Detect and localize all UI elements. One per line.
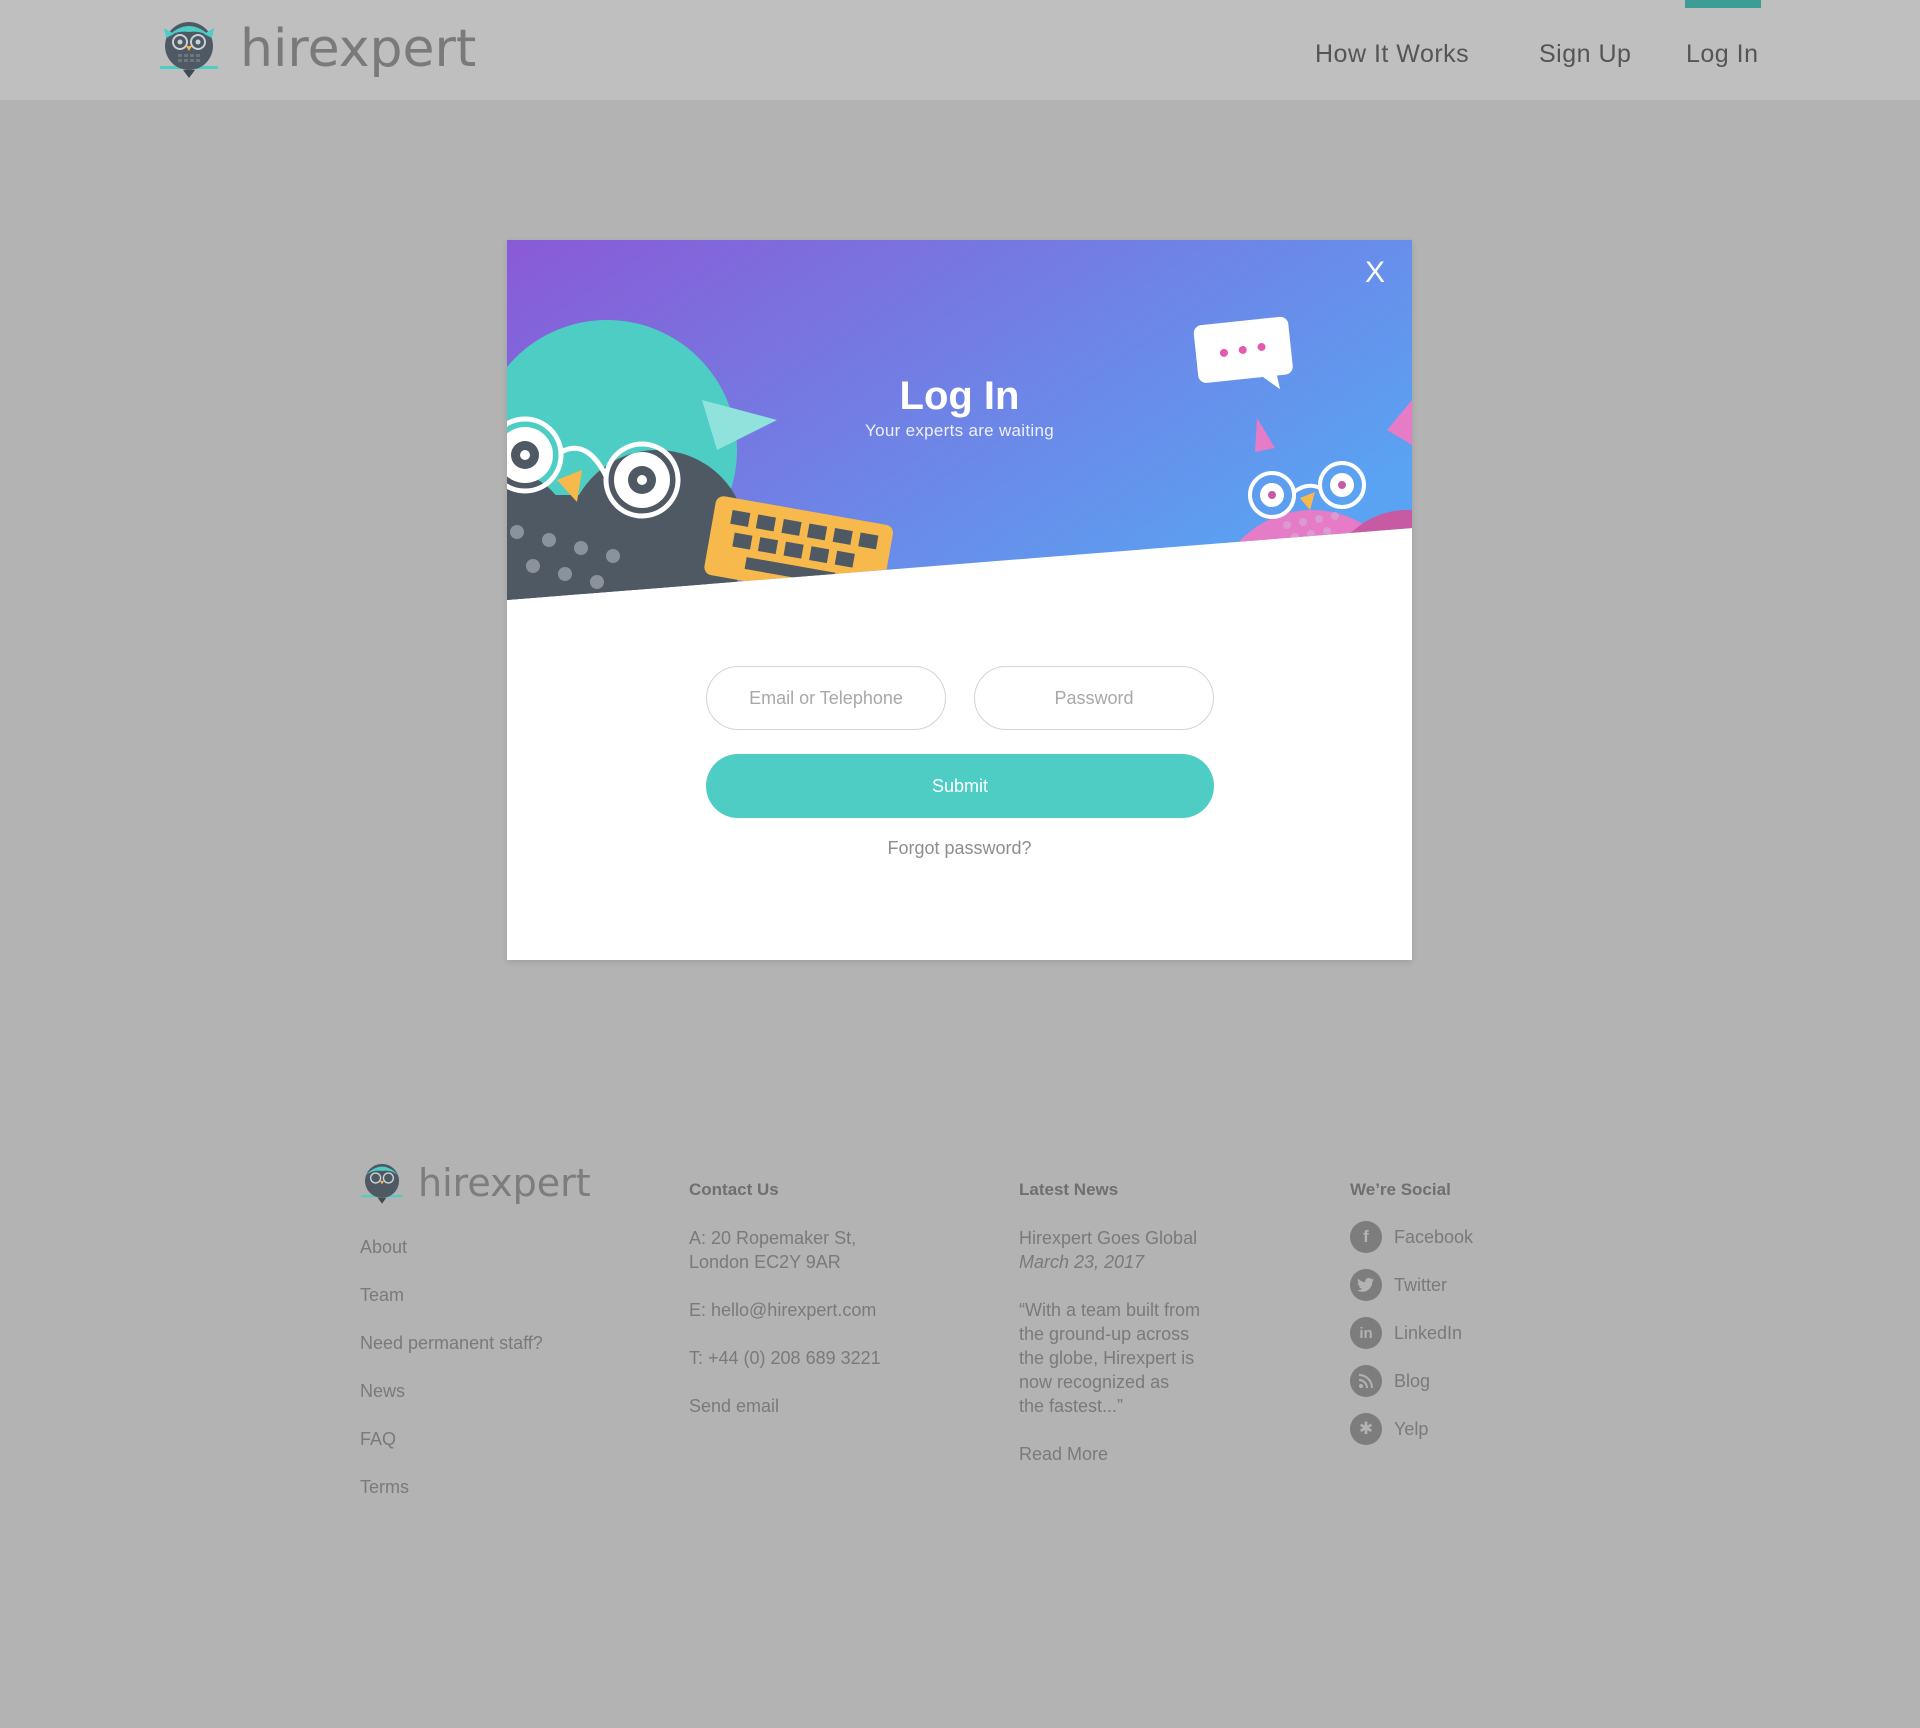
modal-hero-illustration (507, 240, 1412, 600)
email-field[interactable] (706, 666, 946, 730)
header-logo[interactable]: hirexpert (158, 16, 476, 82)
social-heading: We’re Social (1350, 1180, 1451, 1199)
social-label: Facebook (1394, 1226, 1474, 1247)
footer-link-team[interactable]: Team (360, 1283, 404, 1307)
news-excerpt-line: the ground-up across (1019, 1324, 1190, 1344)
contact-heading: Contact Us (689, 1180, 779, 1199)
contact-address-line2: London EC2Y 9AR (689, 1252, 841, 1272)
login-modal: X Log In Your experts are waiting Submit… (507, 240, 1412, 960)
nav-log-in[interactable]: Log In (1686, 40, 1759, 69)
social-label: LinkedIn (1394, 1322, 1463, 1343)
footer-link-permanent-staff[interactable]: Need permanent staff? (360, 1331, 543, 1355)
contact-phone[interactable]: T: +44 (0) 208 689 3221 (689, 1346, 881, 1370)
social-yelp[interactable]: ✱ Yelp (1350, 1413, 1428, 1445)
footer-logo[interactable]: hirexpert (360, 1159, 591, 1207)
facebook-icon: f (1350, 1221, 1382, 1253)
news-excerpt-line: the globe, Hirexpert is (1019, 1348, 1195, 1368)
twitter-icon (1350, 1269, 1382, 1301)
social-linkedin[interactable]: in LinkedIn (1350, 1317, 1462, 1349)
yelp-icon: ✱ (1350, 1413, 1382, 1445)
social-label: Blog (1394, 1370, 1431, 1391)
footer-brand-name: hirexpert (418, 1161, 591, 1205)
password-field[interactable] (974, 666, 1214, 730)
news-excerpt-line: “With a team built from (1019, 1300, 1201, 1320)
social-label: Twitter (1394, 1274, 1448, 1295)
news-date: March 23, 2017 (1019, 1252, 1145, 1272)
social-blog[interactable]: Blog (1350, 1365, 1430, 1397)
modal-subtitle: Your experts are waiting (865, 421, 1054, 440)
news-excerpt-line: now recognized as (1019, 1372, 1170, 1392)
owl-logo-icon (160, 22, 218, 78)
submit-button[interactable]: Submit (706, 754, 1214, 818)
read-more-link[interactable]: Read More (1019, 1442, 1108, 1466)
linkedin-icon: in (1350, 1317, 1382, 1349)
footer-link-about[interactable]: About (360, 1235, 407, 1259)
footer-link-news[interactable]: News (360, 1379, 405, 1403)
brand-name: hirexpert (240, 19, 477, 79)
news-headline[interactable]: Hirexpert Goes Global (1019, 1226, 1197, 1250)
modal-title: Log In (899, 374, 1020, 418)
social-twitter[interactable]: Twitter (1350, 1269, 1447, 1301)
contact-address-line1: A: 20 Ropemaker St, (689, 1228, 857, 1248)
social-label: Yelp (1394, 1418, 1429, 1439)
site-header: hirexpert How It Works Sign Up Log In (0, 0, 1920, 100)
owl-logo-icon (361, 1163, 403, 1204)
nav-sign-up[interactable]: Sign Up (1539, 40, 1631, 69)
news-excerpt-line: the fastest...” (1019, 1396, 1124, 1416)
social-facebook[interactable]: f Facebook (1350, 1221, 1473, 1253)
forgot-password-link[interactable]: Forgot password? (507, 838, 1412, 859)
nav-active-indicator (1685, 0, 1761, 8)
footer-link-faq[interactable]: FAQ (360, 1427, 396, 1451)
nav-how-it-works[interactable]: How It Works (1315, 40, 1469, 69)
send-email-link[interactable]: Send email (689, 1394, 779, 1418)
news-heading: Latest News (1019, 1180, 1119, 1199)
footer-link-terms[interactable]: Terms (360, 1475, 409, 1499)
close-icon[interactable]: X (1360, 258, 1390, 288)
rss-icon (1350, 1365, 1382, 1397)
contact-email[interactable]: E: hello@hirexpert.com (689, 1298, 876, 1322)
